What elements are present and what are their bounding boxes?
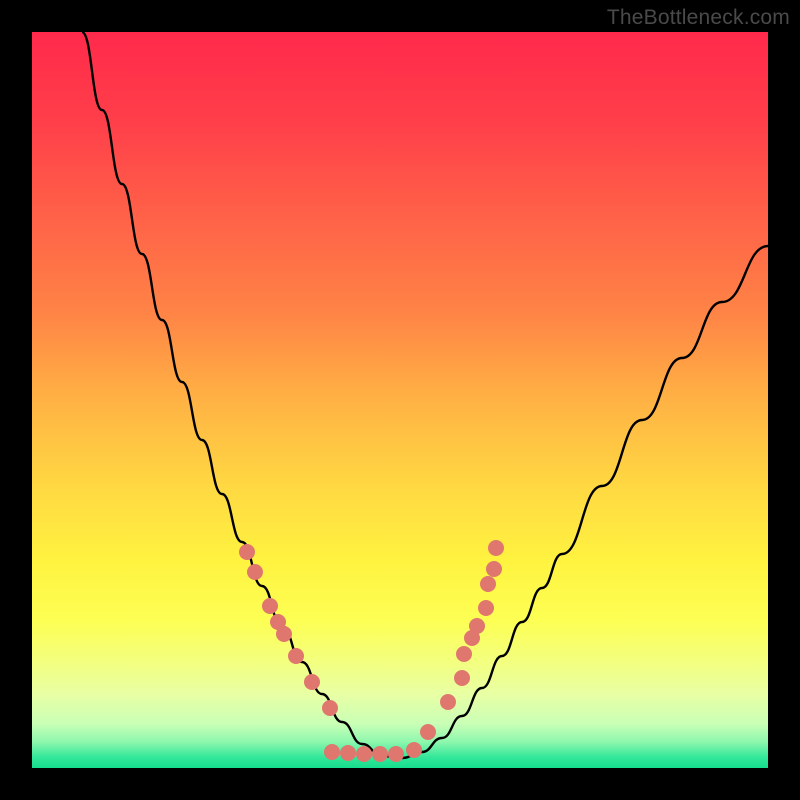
dot xyxy=(454,670,470,686)
outer-frame: TheBottleneck.com xyxy=(0,0,800,800)
dot xyxy=(456,646,472,662)
dot xyxy=(247,564,263,580)
dot xyxy=(420,724,436,740)
watermark-text: TheBottleneck.com xyxy=(607,6,790,30)
dot xyxy=(388,746,404,762)
dot xyxy=(440,694,456,710)
dot xyxy=(288,648,304,664)
dot xyxy=(488,540,504,556)
dot xyxy=(324,744,340,760)
curve-layer xyxy=(32,32,768,768)
bottleneck-curve xyxy=(82,32,768,758)
dot xyxy=(356,746,372,762)
dot xyxy=(372,746,388,762)
dot xyxy=(486,561,502,577)
plot-area xyxy=(32,32,768,768)
dot xyxy=(276,626,292,642)
dot xyxy=(322,700,338,716)
dot xyxy=(239,544,255,560)
dot xyxy=(406,742,422,758)
dot xyxy=(480,576,496,592)
dot xyxy=(478,600,494,616)
dot xyxy=(262,598,278,614)
dot xyxy=(340,745,356,761)
highlight-dots xyxy=(239,540,504,762)
dot xyxy=(469,618,485,634)
dot xyxy=(304,674,320,690)
